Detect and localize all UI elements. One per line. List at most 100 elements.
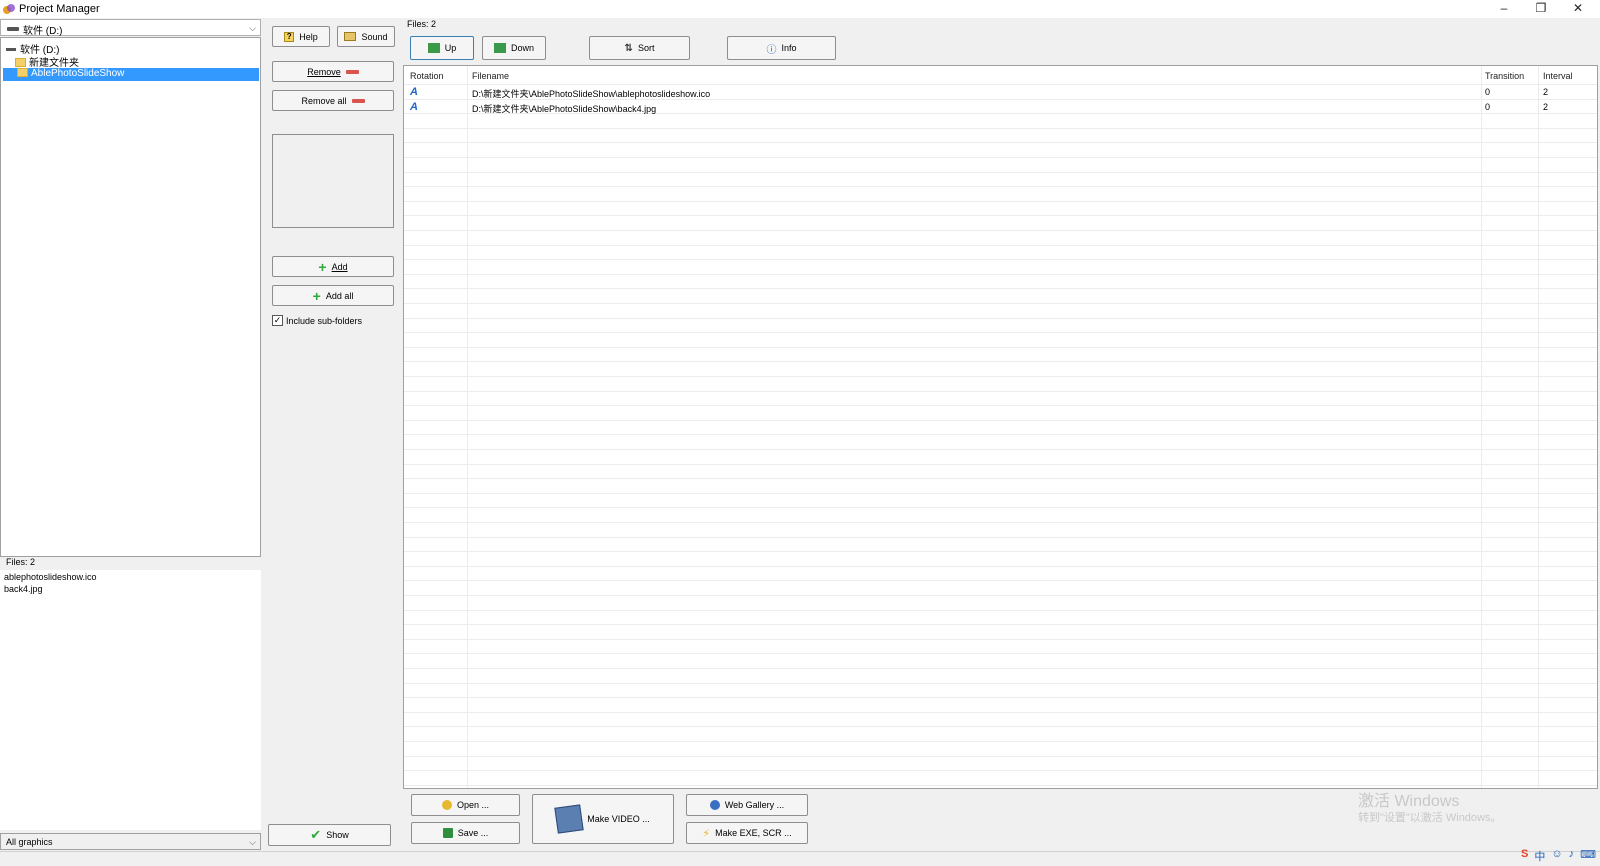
show-button[interactable]: ✔ Show [268, 824, 391, 846]
files-count-label: Files: 2 [407, 19, 437, 29]
sound-label: Sound [361, 31, 388, 42]
make-video-label: Make VIDEO ... [587, 814, 650, 824]
sort-button[interactable]: ⇅ Sort [589, 36, 690, 60]
tree-item-label: AblePhotoSlideShow [31, 68, 125, 79]
tree-item-drive[interactable]: 软件 (D:) [6, 41, 59, 56]
down-arrow-icon [493, 43, 506, 53]
row-divider [404, 361, 1597, 362]
row-divider [404, 230, 1597, 231]
help-label: Help [299, 31, 318, 42]
add-button[interactable]: + Add [272, 256, 394, 277]
column-header-filename[interactable]: Filename [472, 71, 509, 81]
row-divider [404, 332, 1597, 333]
maximize-button[interactable]: ❐ [1523, 0, 1559, 18]
transition-cell[interactable]: 0 [1485, 87, 1490, 97]
film-clapper-icon [554, 804, 584, 834]
chevron-down-icon: ⌵ [249, 837, 256, 847]
open-button[interactable]: Open ... [411, 794, 520, 816]
row-divider [404, 683, 1597, 684]
remove-all-button[interactable]: Remove all [272, 90, 394, 111]
row-divider [404, 726, 1597, 727]
row-divider [404, 405, 1597, 406]
make-exe-label: Make EXE, SCR ... [715, 828, 792, 838]
save-button[interactable]: Save ... [411, 822, 520, 844]
file-list[interactable]: ablephotoslideshow.ico back4.jpg [0, 570, 261, 830]
row-divider [404, 303, 1597, 304]
interval-cell[interactable]: 2 [1543, 87, 1548, 97]
tree-item-folder[interactable]: 新建文件夹 [15, 54, 79, 69]
row-divider [404, 551, 1597, 552]
plus-icon: + [318, 258, 327, 275]
row-divider [404, 347, 1597, 348]
down-label: Down [510, 43, 534, 53]
down-button[interactable]: Down [482, 36, 546, 60]
make-video-button[interactable]: Make VIDEO ... [532, 794, 674, 844]
show-label: Show [326, 830, 349, 840]
sort-label: Sort [637, 43, 655, 53]
close-button[interactable]: ✕ [1560, 0, 1596, 18]
add-all-label: Add all [325, 290, 354, 301]
open-folder-icon [441, 800, 452, 810]
column-divider [467, 66, 468, 788]
interval-cell[interactable]: 2 [1543, 102, 1548, 112]
up-arrow-icon [427, 43, 440, 53]
sogou-ime-icon[interactable]: S [1521, 848, 1528, 864]
column-header-transition[interactable]: Transition [1485, 71, 1524, 81]
globe-icon [709, 800, 720, 810]
drive-select[interactable]: 软件 (D:) ⌵ [0, 19, 261, 37]
row-divider [404, 128, 1597, 129]
row-divider [404, 245, 1597, 246]
up-button[interactable]: Up [410, 36, 474, 60]
remove-button[interactable]: Remove [272, 61, 394, 82]
help-icon: ? [284, 31, 295, 42]
rotation-icon[interactable]: A [410, 86, 418, 98]
folder-tree[interactable]: 软件 (D:) 新建文件夹 AblePhotoSlideShow [0, 37, 261, 557]
list-item[interactable]: ablephotoslideshow.ico [4, 572, 97, 582]
include-subfolders-checkbox[interactable]: ✓ Include sub-folders [272, 315, 362, 326]
add-all-button[interactable]: + Add all [272, 285, 394, 306]
rotation-icon[interactable]: A [410, 101, 418, 113]
slide-list-table[interactable]: Rotation Filename Transition Interval A … [403, 65, 1598, 789]
row-divider [404, 288, 1597, 289]
save-label: Save ... [457, 828, 489, 838]
row-divider [404, 449, 1597, 450]
transition-cell[interactable]: 0 [1485, 102, 1490, 112]
include-subfolders-label: Include sub-folders [286, 315, 363, 326]
help-button[interactable]: ? Help [272, 26, 330, 47]
list-item[interactable]: back4.jpg [4, 584, 43, 594]
row-divider [404, 566, 1597, 567]
checkbox-checked-icon[interactable]: ✓ [272, 315, 283, 326]
save-disk-icon [442, 828, 453, 838]
filename-cell: D:\新建文件夹\AblePhotoSlideShow\ablephotosli… [472, 89, 711, 99]
column-header-interval[interactable]: Interval [1543, 71, 1573, 81]
row-divider [404, 770, 1597, 771]
row-divider [404, 259, 1597, 260]
tree-item-selected[interactable]: AblePhotoSlideShow [3, 68, 259, 81]
row-divider [404, 186, 1597, 187]
row-divider [404, 84, 1597, 85]
row-divider [404, 376, 1597, 377]
sound-button[interactable]: Sound [337, 26, 395, 47]
column-header-rotation[interactable]: Rotation [410, 71, 444, 81]
file-type-filter[interactable]: All graphics ⌵ [0, 833, 261, 850]
row-divider [404, 201, 1597, 202]
row-divider [404, 580, 1597, 581]
column-divider [1481, 66, 1482, 788]
row-divider [404, 172, 1597, 173]
minimize-button[interactable]: – [1486, 0, 1522, 18]
emoji-icon[interactable]: ☺ [1551, 848, 1562, 864]
keyboard-icon[interactable]: ⌨ [1580, 848, 1596, 864]
row-divider [404, 595, 1597, 596]
web-gallery-label: Web Gallery ... [724, 800, 785, 810]
web-gallery-button[interactable]: Web Gallery ... [686, 794, 808, 816]
info-button[interactable]: ⓘ Info [727, 36, 836, 60]
row-divider [404, 639, 1597, 640]
row-divider [404, 478, 1597, 479]
make-exe-button[interactable]: ⚡ Make EXE, SCR ... [686, 822, 808, 844]
row-divider [404, 537, 1597, 538]
microphone-icon[interactable]: ♪ [1569, 848, 1575, 864]
row-divider [404, 668, 1597, 669]
row-divider [404, 464, 1597, 465]
sort-az-icon: ⇅ [624, 42, 633, 54]
ime-mode-indicator[interactable]: 中 [1534, 848, 1545, 864]
